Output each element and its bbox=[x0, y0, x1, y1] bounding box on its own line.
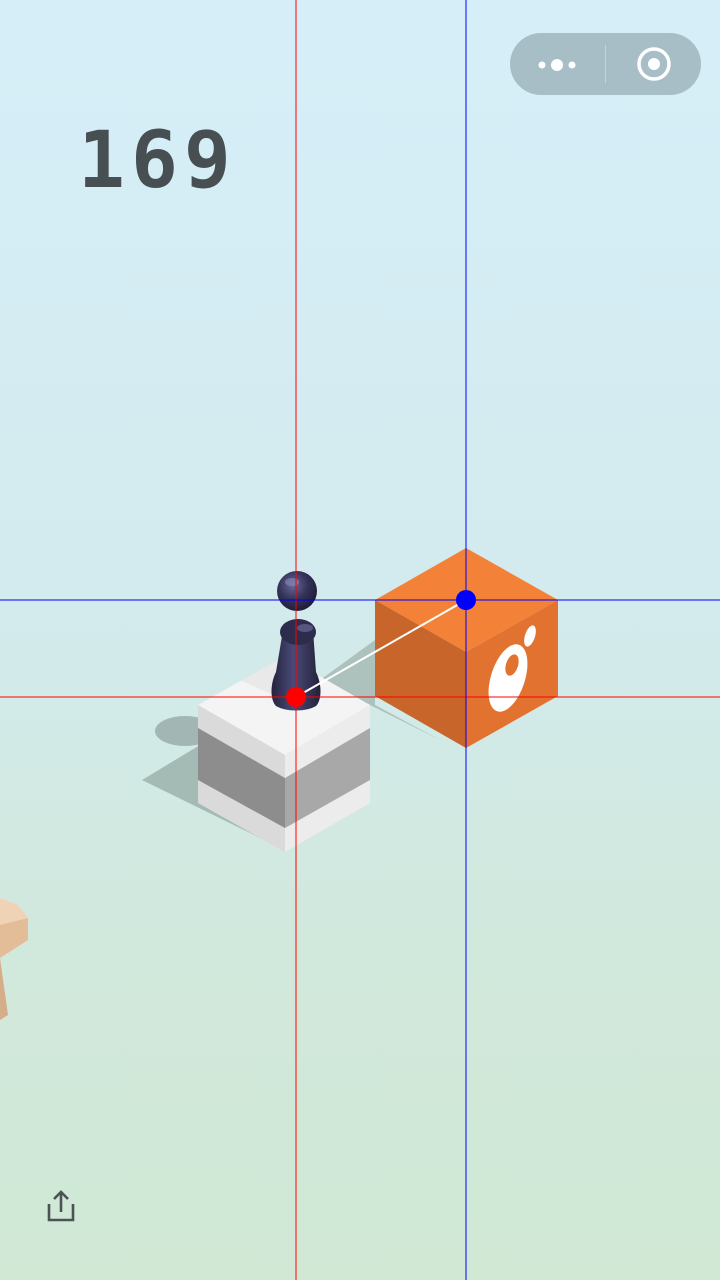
player-marker-dot bbox=[286, 687, 306, 707]
share-button[interactable] bbox=[44, 1188, 78, 1224]
share-icon bbox=[47, 1190, 75, 1222]
mini-program-capsule bbox=[510, 33, 701, 95]
close-mini-program-button[interactable] bbox=[606, 33, 701, 95]
more-options-button[interactable] bbox=[510, 33, 605, 95]
close-target-icon bbox=[637, 47, 671, 81]
wood-block bbox=[0, 898, 28, 1020]
more-dots-icon bbox=[538, 59, 576, 71]
target-marker-dot bbox=[456, 590, 476, 610]
score-counter: 169 bbox=[78, 116, 237, 206]
